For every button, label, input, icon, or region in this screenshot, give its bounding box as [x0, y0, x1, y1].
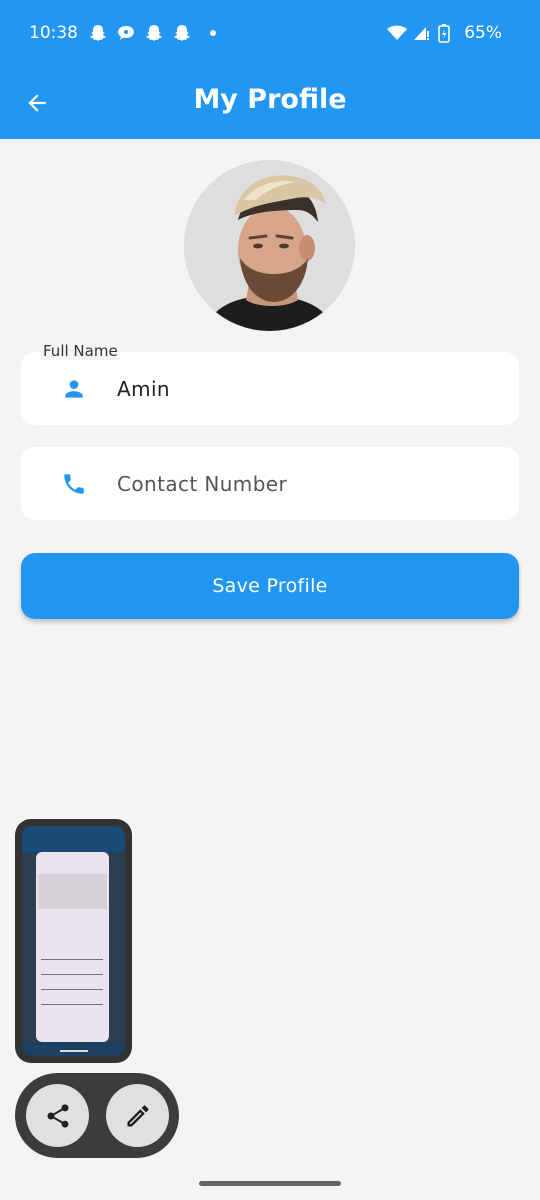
contact-number-field[interactable]: Contact Number [21, 447, 519, 520]
snapchat-icon [144, 23, 164, 43]
preview-dialog [36, 852, 109, 1042]
screenshot-preview-thumbnail[interactable] [15, 819, 132, 1063]
preview-image-placeholder [38, 874, 107, 909]
snapchat-icon [172, 23, 192, 43]
app-bar: My Profile [0, 66, 540, 139]
page-title: My Profile [193, 84, 347, 115]
snapchat-icon [88, 23, 108, 43]
person-icon [60, 375, 88, 403]
status-left: 10:38 [29, 23, 216, 43]
battery-percent: 65% [464, 23, 502, 43]
wifi-icon [386, 23, 408, 43]
contact-number-placeholder: Contact Number [117, 471, 288, 496]
chat-bubble-icon [116, 23, 136, 43]
screenshot-preview-image [22, 826, 125, 1056]
preview-app-bar [22, 826, 125, 852]
avatar[interactable] [184, 160, 355, 331]
preview-background-strip [22, 852, 36, 1042]
status-time: 10:38 [29, 23, 78, 43]
share-button[interactable] [26, 1084, 89, 1147]
battery-charging-icon [438, 23, 458, 43]
edit-pencil-icon [127, 1104, 149, 1126]
phone-icon [60, 470, 88, 498]
full-name-field[interactable]: Amin [21, 352, 519, 425]
preview-line [41, 959, 103, 960]
preview-home-indicator [60, 1050, 88, 1052]
full-name-value: Amin [117, 376, 170, 401]
status-bar: 10:38 65% [0, 0, 540, 66]
preview-line [41, 1004, 103, 1005]
signal-icon [412, 23, 432, 43]
full-name-label: Full Name [41, 342, 120, 360]
notification-dot-icon [210, 30, 216, 36]
avatar-image [184, 160, 355, 331]
edit-button[interactable] [106, 1084, 169, 1147]
preview-line [41, 974, 103, 975]
preview-line [41, 989, 103, 990]
gesture-navigation-bar[interactable] [199, 1181, 341, 1186]
status-right: 65% [386, 23, 502, 43]
preview-background-strip [109, 852, 125, 1042]
share-icon [47, 1103, 68, 1128]
save-profile-button[interactable]: Save Profile [21, 553, 519, 619]
screenshot-actions [15, 1073, 179, 1158]
